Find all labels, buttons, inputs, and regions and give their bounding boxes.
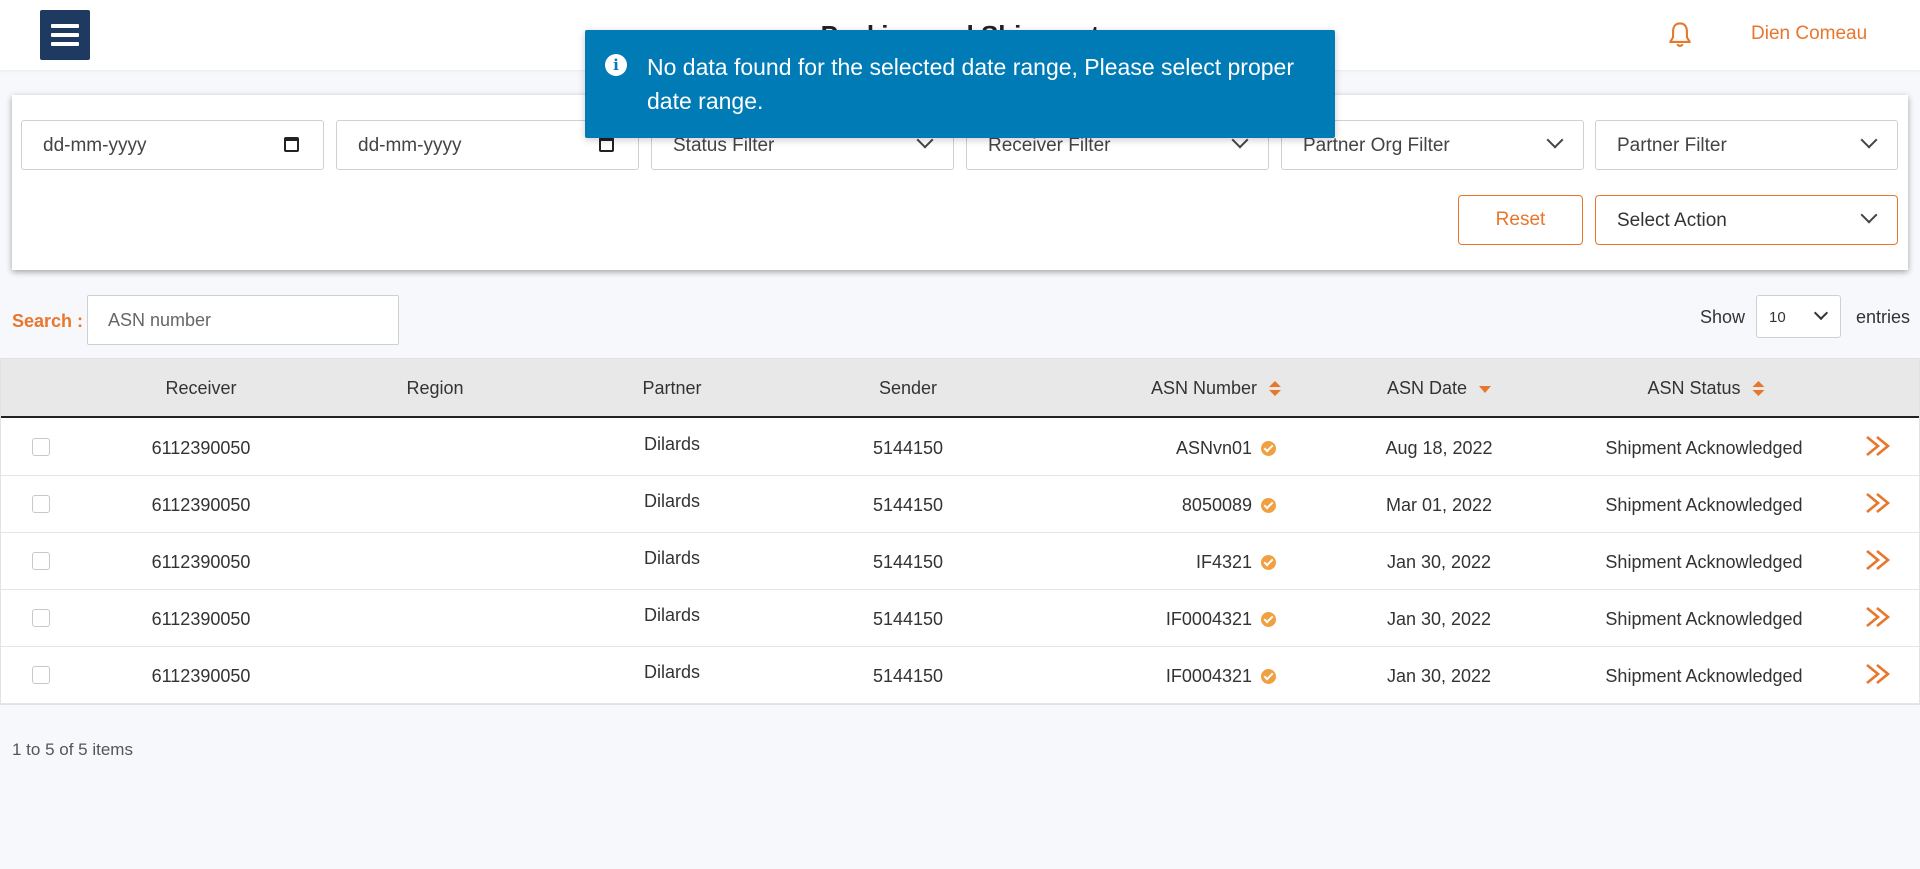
entries-select[interactable]: 10: [1756, 295, 1841, 338]
check-circle-icon: [1261, 498, 1276, 513]
cell-partner: Dilards: [643, 548, 701, 568]
cell-asn-status: Shipment Acknowledged: [1605, 438, 1803, 458]
table-row[interactable]: 6112390050 Dilards 5144150 IF4321 Jan 30, 20…: [1, 533, 1919, 590]
receiver-filter-label: Receiver Filter: [988, 135, 1111, 156]
cell-receiver: 6112390050: [151, 438, 251, 458]
search-label: Search :: [12, 311, 84, 331]
column-header-asn-date-label: ASN Date: [1386, 378, 1468, 398]
to-date-placeholder: dd-mm-yyyy: [358, 135, 462, 156]
partner-filter-label: Partner Filter: [1617, 135, 1727, 156]
cell-sender: 5144150: [872, 666, 944, 686]
cell-sender: 5144150: [872, 552, 944, 572]
double-chevron-right-icon[interactable]: [1863, 661, 1893, 687]
row-checkbox[interactable]: [32, 438, 50, 456]
cell-asn-number: IF0004321: [1165, 666, 1252, 686]
double-chevron-right-icon[interactable]: [1863, 433, 1893, 459]
chevron-down-icon: [1860, 131, 1878, 149]
cell-receiver: 6112390050: [151, 666, 251, 686]
column-header-asn-status[interactable]: ASN Status: [1647, 378, 1765, 399]
cell-receiver: 6112390050: [151, 552, 251, 572]
check-circle-icon: [1261, 441, 1276, 456]
cell-asn-number: IF0004321: [1165, 609, 1252, 629]
row-checkbox[interactable]: [32, 609, 50, 627]
entries-label: entries: [1856, 307, 1911, 327]
table-row[interactable]: 6112390050 Dilards 5144150 ASNvn01 Aug 18, 2…: [1, 419, 1919, 476]
check-circle-icon: [1261, 555, 1276, 570]
double-chevron-right-icon[interactable]: [1863, 547, 1893, 573]
cell-sender: 5144150: [872, 495, 944, 515]
check-circle-icon: [1261, 669, 1276, 684]
calendar-icon[interactable]: [284, 137, 299, 152]
bell-icon[interactable]: [1666, 20, 1694, 50]
column-header-asn-status-label: ASN Status: [1647, 378, 1741, 398]
column-header-partner: Partner: [642, 378, 702, 398]
cell-receiver: 6112390050: [151, 609, 251, 629]
info-icon: i: [605, 54, 627, 76]
table-row[interactable]: 6112390050 Dilards 5144150 IF0004321 Jan 30,…: [1, 590, 1919, 647]
cell-asn-date: Jan 30, 2022: [1386, 609, 1492, 629]
cell-sender: 5144150: [872, 609, 944, 629]
cell-asn-status: Shipment Acknowledged: [1605, 552, 1803, 572]
column-header-asn-number-label: ASN Number: [1150, 378, 1258, 398]
partner-filter-select[interactable]: Partner Filter: [1595, 120, 1898, 170]
cell-asn-date: Jan 30, 2022: [1386, 552, 1492, 572]
column-header-asn-number[interactable]: ASN Number: [1150, 378, 1282, 399]
column-header-sender: Sender: [878, 378, 938, 398]
cell-asn-status: Shipment Acknowledged: [1605, 609, 1803, 629]
search-input[interactable]: [87, 295, 399, 345]
row-checkbox[interactable]: [32, 552, 50, 570]
cell-sender: 5144150: [872, 438, 944, 458]
chevron-down-icon: [1813, 305, 1829, 321]
cell-asn-status: Shipment Acknowledged: [1605, 666, 1803, 686]
chevron-down-icon: [1860, 206, 1878, 224]
cell-asn-number: ASNvn01: [1175, 438, 1252, 458]
cell-partner: Dilards: [643, 434, 701, 454]
row-checkbox[interactable]: [32, 666, 50, 684]
cell-asn-number: 8050089: [1181, 495, 1252, 515]
cell-asn-date: Jan 30, 2022: [1386, 666, 1492, 686]
double-chevron-right-icon[interactable]: [1863, 490, 1893, 516]
cell-asn-date: Aug 18, 2022: [1385, 438, 1493, 458]
sort-desc-icon[interactable]: [1479, 385, 1492, 393]
reset-button[interactable]: Reset: [1458, 195, 1583, 245]
column-header-region: Region: [406, 378, 464, 398]
cell-partner: Dilards: [643, 605, 701, 625]
cell-partner: Dilards: [643, 491, 701, 511]
cell-asn-status: Shipment Acknowledged: [1605, 495, 1803, 515]
table-row[interactable]: 6112390050 Dilards 5144150 IF0004321 Jan 30,…: [1, 647, 1919, 704]
column-header-receiver: Receiver: [165, 378, 237, 398]
show-label: Show: [1700, 307, 1746, 327]
double-chevron-right-icon[interactable]: [1863, 604, 1893, 630]
column-header-asn-date[interactable]: ASN Date: [1386, 378, 1492, 399]
partner-org-filter-label: Partner Org Filter: [1303, 135, 1450, 156]
select-action-label: Select Action: [1617, 210, 1727, 231]
select-action-dropdown[interactable]: Select Action: [1595, 195, 1898, 245]
info-toast[interactable]: i No data found for the selected date ra…: [585, 30, 1335, 138]
cell-asn-number: IF4321: [1195, 552, 1252, 572]
row-checkbox[interactable]: [32, 495, 50, 513]
table-header: Receiver Region Partner Sender ASN Numbe…: [1, 359, 1919, 418]
check-circle-icon: [1261, 612, 1276, 627]
sort-icon[interactable]: [1269, 381, 1282, 397]
cell-asn-date: Mar 01, 2022: [1385, 495, 1493, 515]
calendar-icon[interactable]: [599, 137, 614, 152]
cell-partner: Dilards: [643, 662, 701, 682]
sort-icon[interactable]: [1752, 381, 1765, 397]
from-date-input[interactable]: dd-mm-yyyy: [21, 120, 324, 170]
toast-message: No data found for the selected date rang…: [647, 54, 1294, 114]
chevron-down-icon: [1546, 131, 1564, 149]
entries-value: 10: [1769, 309, 1786, 326]
user-name-link[interactable]: Dien Comeau: [1751, 23, 1867, 45]
status-filter-label: Status Filter: [673, 135, 775, 156]
asn-table: Receiver Region Partner Sender ASN Numbe…: [0, 358, 1920, 705]
table-row[interactable]: 6112390050 Dilards 5144150 8050089 Mar 01, 2…: [1, 476, 1919, 533]
cell-receiver: 6112390050: [151, 495, 251, 515]
from-date-placeholder: dd-mm-yyyy: [43, 135, 147, 156]
pagination-info: 1 to 5 of 5 items: [12, 740, 133, 759]
